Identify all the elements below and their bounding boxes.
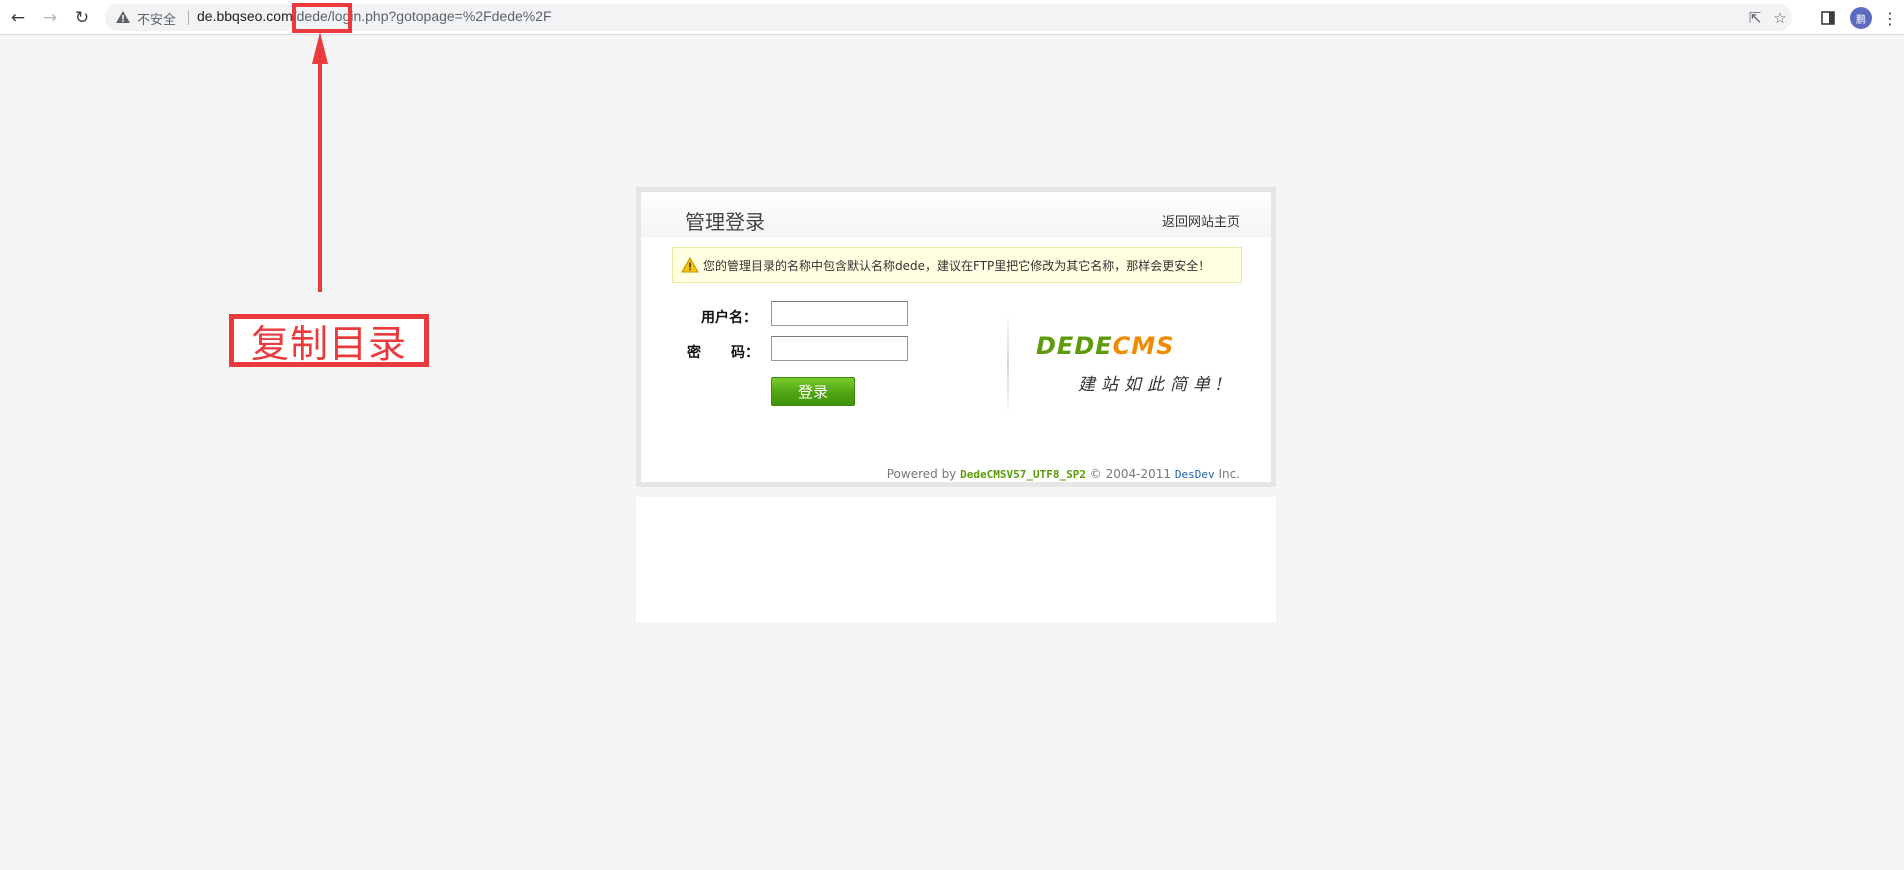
login-button[interactable]: 登录 — [771, 377, 855, 406]
notice-text: 您的管理目录的名称中包含默认名称dede，建议在FTP里把它修改为其它名称，那样… — [703, 259, 1211, 273]
address-bar[interactable]: 不安全 de.bbqseo.com/dede/login.php?gotopag… — [105, 4, 1792, 31]
share-icon[interactable]: ⇱ — [1745, 8, 1765, 28]
footer: Powered by DedeCMSV57_UTF8_SP2 © 2004-20… — [887, 467, 1240, 481]
login-panel-inner: 管理登录 返回网站主页 您的管理目录的名称中包含默认名称dede，建议在FTP里… — [641, 192, 1271, 482]
vertical-divider — [1007, 312, 1009, 417]
separator — [188, 10, 189, 25]
footer-prefix: Powered by — [886, 467, 957, 481]
reload-icon[interactable]: ↻ — [70, 6, 94, 30]
password-label: 密 码： — [687, 342, 759, 362]
security-notice: 您的管理目录的名称中包含默认名称dede，建议在FTP里把它修改为其它名称，那样… — [672, 247, 1242, 283]
warning-icon — [681, 257, 699, 273]
url-host: de.bbqseo.com — [197, 8, 293, 24]
warning-icon[interactable] — [115, 9, 131, 25]
username-label: 用户名： — [701, 310, 757, 326]
brand-part1: DEDE — [1036, 332, 1113, 360]
footer-suffix: Inc. — [1218, 467, 1240, 481]
url-text[interactable]: de.bbqseo.com/dede/login.php?gotopage=%2… — [197, 8, 552, 24]
back-arrow-icon[interactable]: ← — [6, 6, 30, 30]
footer-copyright: © 2004-2011 — [1089, 467, 1172, 481]
username-input[interactable] — [771, 301, 908, 326]
side-panel-icon[interactable] — [1816, 6, 1840, 30]
forward-arrow-icon[interactable]: → — [38, 6, 62, 30]
brand-slogan: 建站如此简单! — [1078, 375, 1229, 395]
login-panel: 管理登录 返回网站主页 您的管理目录的名称中包含默认名称dede，建议在FTP里… — [636, 187, 1276, 487]
footer-org-link[interactable]: DesDev — [1175, 468, 1215, 481]
insecure-label[interactable]: 不安全 — [137, 9, 176, 28]
footer-version-link[interactable]: DedeCMSV57_UTF8_SP2 — [960, 468, 1086, 481]
profile-avatar[interactable]: 鹏 — [1850, 7, 1872, 29]
blank-panel — [636, 497, 1276, 622]
password-label-part1: 密 — [687, 345, 701, 361]
annotation-highlight-box — [292, 3, 352, 33]
browser-toolbar: ← → ↻ 不安全 de.bbqseo.com/dede/login.php?g… — [0, 0, 1904, 35]
password-label-part2: 码： — [731, 345, 759, 361]
home-link[interactable]: 返回网站主页 — [1162, 211, 1240, 230]
password-input[interactable] — [771, 336, 908, 361]
brand-part2: CMS — [1112, 332, 1175, 360]
menu-dots-icon[interactable]: ⋮ — [1880, 6, 1900, 30]
star-icon[interactable]: ☆ — [1770, 8, 1790, 28]
annotation-label: 复制目录 — [229, 314, 429, 367]
annotation-arrow-icon — [312, 32, 328, 292]
login-header: 管理登录 返回网站主页 — [641, 192, 1271, 237]
dedecms-logo: DEDECMS — [1036, 332, 1174, 360]
page-title: 管理登录 — [685, 210, 765, 234]
url-rest: login.php?gotopage=%2Fdede%2F — [331, 8, 552, 24]
